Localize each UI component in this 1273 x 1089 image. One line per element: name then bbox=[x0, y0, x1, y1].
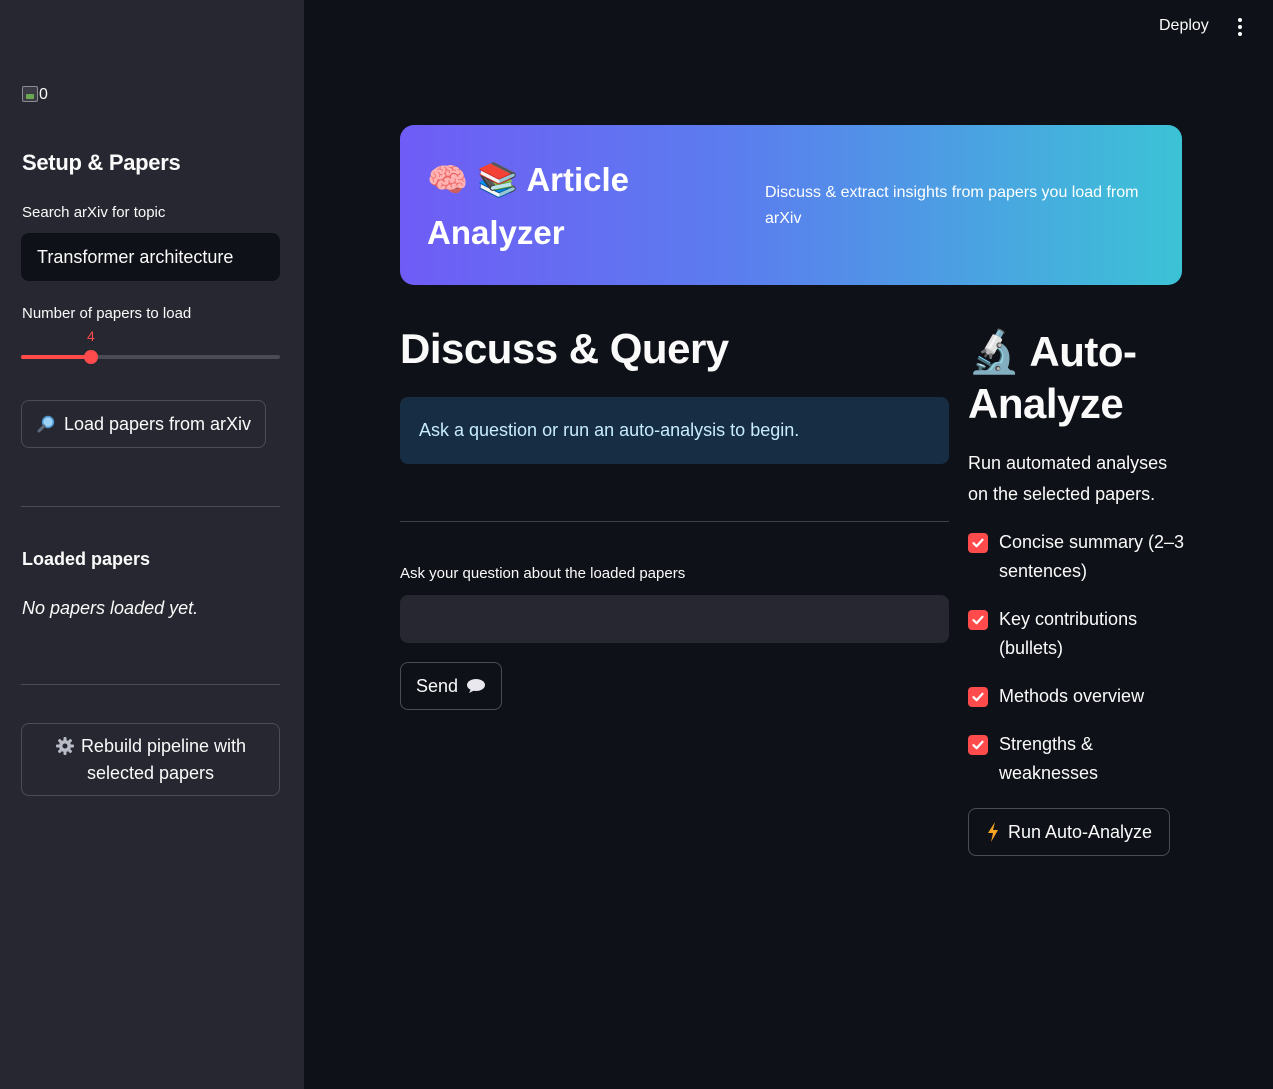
checkbox-strengths[interactable]: Strengths & weaknesses bbox=[968, 730, 1188, 788]
checkbox-label: Concise summary (2–3 sentences) bbox=[999, 532, 1185, 581]
discuss-title: Discuss & Query bbox=[400, 325, 729, 372]
slider-value: 4 bbox=[87, 328, 95, 344]
load-papers-label: Load papers from arXiv bbox=[63, 413, 252, 434]
checkbox-label: Methods overview bbox=[999, 686, 1145, 706]
auto-analyze-title-wrap: 🔬 Auto-Analyze bbox=[968, 326, 1188, 430]
question-label: Ask your question about the loaded paper… bbox=[400, 565, 686, 582]
broken-image-icon bbox=[22, 86, 38, 102]
banner-subtitle: Discuss & extract insights from papers y… bbox=[765, 184, 1139, 227]
broken-image: 0 bbox=[22, 86, 48, 104]
rebuild-pipeline-button[interactable]: Rebuild pipeline with selected papers bbox=[21, 723, 280, 796]
sidebar: 0 Setup & Papers Search arXiv for topic … bbox=[0, 0, 304, 1089]
rebuild-label-line2: selected papers bbox=[86, 762, 215, 783]
lightning-icon bbox=[987, 822, 998, 842]
auto-analyze-description: Run automated analyses on the selected p… bbox=[968, 453, 1168, 504]
checkbox-checked-icon[interactable] bbox=[968, 533, 988, 553]
speech-bubble-icon bbox=[467, 679, 486, 693]
info-alert: Ask a question or run an auto-analysis t… bbox=[400, 397, 949, 464]
kebab-menu-icon[interactable] bbox=[1237, 18, 1243, 36]
image-alt-text: 0 bbox=[39, 86, 48, 103]
sidebar-divider bbox=[21, 684, 280, 685]
checkbox-contributions[interactable]: Key contributions (bullets) bbox=[968, 605, 1188, 663]
checkbox-checked-icon[interactable] bbox=[968, 610, 988, 630]
checkbox-label: Strengths & weaknesses bbox=[999, 734, 1099, 783]
microscope-icon: 🔬 bbox=[968, 328, 1020, 375]
banner-title-wrap: 🧠 📚 Article Analyzer bbox=[427, 153, 667, 259]
kebab-dot bbox=[1238, 18, 1242, 22]
kebab-dot bbox=[1238, 32, 1242, 36]
loaded-papers-title: Loaded papers bbox=[22, 549, 151, 569]
send-button[interactable]: Send bbox=[400, 662, 502, 710]
banner-emoji: 🧠 📚 bbox=[427, 161, 519, 198]
main-divider bbox=[400, 521, 949, 522]
checkbox-checked-icon[interactable] bbox=[968, 735, 988, 755]
search-input[interactable]: Transformer architecture bbox=[21, 233, 280, 281]
hero-banner: 🧠 📚 Article Analyzer Discuss & extract i… bbox=[400, 125, 1182, 285]
rebuild-button-row: Rebuild pipeline with bbox=[55, 734, 246, 758]
send-label: Send bbox=[415, 675, 459, 696]
sidebar-divider bbox=[21, 506, 280, 507]
load-papers-button[interactable]: Load papers from arXiv bbox=[21, 400, 266, 448]
sidebar-title: Setup & Papers bbox=[22, 150, 181, 175]
checkbox-summary[interactable]: Concise summary (2–3 sentences) bbox=[968, 528, 1188, 586]
question-input[interactable] bbox=[400, 595, 949, 643]
loaded-papers-empty: No papers loaded yet. bbox=[22, 598, 199, 618]
magnifier-icon bbox=[37, 415, 55, 433]
gear-icon bbox=[55, 737, 74, 756]
deploy-button[interactable]: Deploy bbox=[1159, 17, 1209, 35]
run-auto-analyze-label: Run Auto-Analyze bbox=[1007, 821, 1153, 842]
slider-thumb[interactable] bbox=[83, 350, 98, 364]
checkbox-checked-icon[interactable] bbox=[968, 687, 988, 707]
checkbox-label: Key contributions (bullets) bbox=[999, 609, 1138, 658]
run-auto-analyze-button[interactable]: Run Auto-Analyze bbox=[968, 808, 1170, 856]
kebab-dot bbox=[1238, 25, 1242, 29]
search-label: Search arXiv for topic bbox=[22, 204, 166, 221]
checkbox-methods[interactable]: Methods overview bbox=[968, 682, 1188, 711]
papers-slider[interactable] bbox=[21, 350, 280, 364]
slider-label: Number of papers to load bbox=[22, 305, 192, 322]
slider-fill bbox=[21, 355, 91, 359]
rebuild-label-line1: Rebuild pipeline with bbox=[80, 736, 247, 757]
